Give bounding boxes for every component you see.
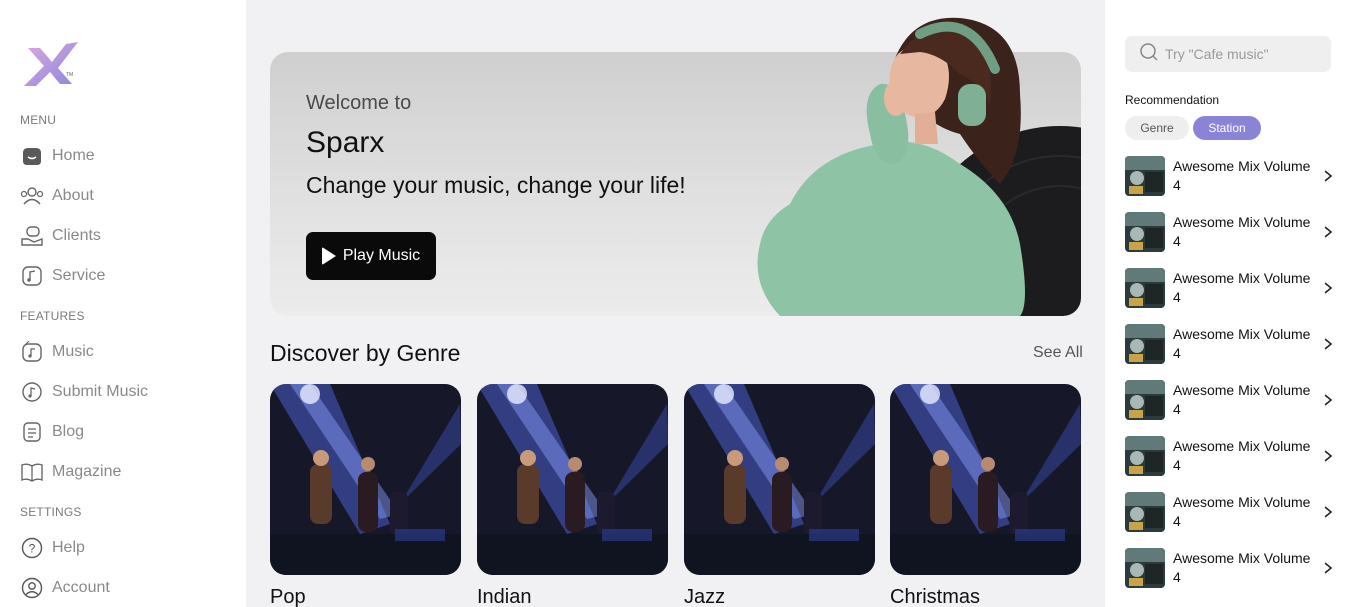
help-icon: ? bbox=[20, 536, 44, 560]
recommendation-item[interactable]: Awesome Mix Volume 4 bbox=[1125, 268, 1335, 308]
chevron-right-icon[interactable] bbox=[1321, 281, 1335, 295]
recommendation-title-text: Awesome Mix Volume 4 bbox=[1173, 438, 1311, 473]
sidebar-item-magazine[interactable]: Magazine bbox=[20, 458, 121, 486]
sidebar-item-label: Submit Music bbox=[52, 383, 149, 400]
recommendation-item[interactable]: Awesome Mix Volume 4 bbox=[1125, 548, 1335, 588]
sidebar-item-help[interactable]: ? Help bbox=[20, 534, 85, 562]
chevron-right-icon[interactable] bbox=[1321, 561, 1335, 575]
concert-image bbox=[270, 384, 461, 575]
recommendation-item[interactable]: Awesome Mix Volume 4 bbox=[1125, 492, 1335, 532]
recommendation-title-text: Awesome Mix Volume 4 bbox=[1173, 494, 1311, 529]
album-thumbnail bbox=[1125, 268, 1165, 308]
sidebar-item-blog[interactable]: Blog bbox=[20, 418, 84, 446]
sidebar-item-label: Help bbox=[52, 539, 85, 556]
right-panel: Recommendation Genre Station Awesome Mix… bbox=[1105, 0, 1351, 607]
upload-music-icon bbox=[20, 380, 44, 404]
sidebar: TM MENU Home About Clients Service FEATU… bbox=[0, 0, 246, 607]
sidebar-item-label: Blog bbox=[52, 423, 85, 440]
play-music-label: Play Music bbox=[342, 247, 421, 264]
sidebar-item-about[interactable]: About bbox=[20, 182, 94, 210]
album-thumbnail bbox=[1125, 492, 1165, 532]
sidebar-item-label: Clients bbox=[52, 227, 101, 244]
hero-tagline: Change your music, change your life! bbox=[306, 172, 686, 198]
concert-image bbox=[890, 384, 1081, 575]
recommendation-title-text: Awesome Mix Volume 4 bbox=[1173, 326, 1311, 361]
recommendation-item[interactable]: Awesome Mix Volume 4 bbox=[1125, 436, 1335, 476]
genre-card-indian[interactable] bbox=[477, 384, 668, 575]
users-icon bbox=[20, 184, 44, 208]
recommendation-item[interactable]: Awesome Mix Volume 4 bbox=[1125, 212, 1335, 252]
recommendation-item[interactable]: Awesome Mix Volume 4 bbox=[1125, 324, 1335, 364]
chip-genre[interactable]: Genre bbox=[1125, 116, 1189, 140]
search-input[interactable] bbox=[1165, 46, 1315, 62]
sidebar-item-submit-music[interactable]: Submit Music bbox=[20, 378, 148, 406]
concert-image bbox=[477, 384, 668, 575]
sidebar-item-label: Account bbox=[52, 579, 110, 596]
home-icon bbox=[20, 144, 44, 168]
album-thumbnail bbox=[1125, 324, 1165, 364]
sidebar-item-label: Home bbox=[52, 147, 95, 164]
genre-label-pop: Pop bbox=[270, 586, 306, 607]
genre-card-jazz[interactable] bbox=[684, 384, 875, 575]
genre-label-christmas: Christmas bbox=[890, 586, 981, 607]
recommendation-item[interactable]: Awesome Mix Volume 4 bbox=[1125, 380, 1335, 420]
menu-section-label: MENU bbox=[20, 113, 57, 127]
hero-title: Sparx bbox=[306, 126, 385, 159]
recommendation-title: Recommendation bbox=[1125, 93, 1220, 107]
recommendation-title-text: Awesome Mix Volume 4 bbox=[1173, 550, 1311, 585]
hero-illustration bbox=[720, 14, 1090, 316]
app-root: TM MENU Home About Clients Service FEATU… bbox=[0, 0, 1351, 607]
chevron-right-icon[interactable] bbox=[1321, 505, 1335, 519]
recommendation-title-text: Awesome Mix Volume 4 bbox=[1173, 158, 1311, 193]
book-icon bbox=[20, 460, 44, 484]
document-icon bbox=[20, 420, 44, 444]
chevron-right-icon[interactable] bbox=[1321, 225, 1335, 239]
chevron-right-icon[interactable] bbox=[1321, 393, 1335, 407]
album-thumbnail bbox=[1125, 436, 1165, 476]
handshake-icon bbox=[20, 224, 44, 248]
album-thumbnail bbox=[1125, 380, 1165, 420]
sidebar-item-music[interactable]: Music bbox=[20, 338, 94, 366]
sidebar-item-clients[interactable]: Clients bbox=[20, 222, 101, 250]
sidebar-item-service[interactable]: Service bbox=[20, 262, 105, 290]
chevron-right-icon[interactable] bbox=[1321, 169, 1335, 183]
play-icon bbox=[321, 247, 336, 265]
sidebar-item-label: Music bbox=[52, 343, 94, 360]
sidebar-item-label: Service bbox=[52, 267, 106, 284]
chip-station[interactable]: Station bbox=[1193, 116, 1261, 140]
svg-text:TM: TM bbox=[66, 72, 73, 78]
sparx-logo[interactable]: TM bbox=[22, 40, 82, 90]
features-section-label: FEATURES bbox=[20, 309, 85, 323]
see-all-link[interactable]: See All bbox=[1033, 344, 1083, 362]
sidebar-item-home[interactable]: Home bbox=[20, 142, 95, 170]
recommendation-item[interactable]: Awesome Mix Volume 4 bbox=[1125, 156, 1335, 196]
recommendation-title-text: Awesome Mix Volume 4 bbox=[1173, 382, 1311, 417]
album-thumbnail bbox=[1125, 212, 1165, 252]
album-thumbnail bbox=[1125, 548, 1165, 588]
search-icon bbox=[1139, 42, 1159, 67]
play-music-button[interactable]: Play Music bbox=[306, 232, 436, 280]
svg-text:?: ? bbox=[29, 542, 36, 556]
genre-card-pop[interactable] bbox=[270, 384, 461, 575]
recommendation-title-text: Awesome Mix Volume 4 bbox=[1173, 214, 1311, 249]
genre-label-jazz: Jazz bbox=[684, 586, 726, 607]
account-icon bbox=[20, 576, 44, 600]
discover-heading: Discover by Genre bbox=[270, 340, 461, 366]
genre-card-christmas[interactable] bbox=[890, 384, 1081, 575]
concert-image bbox=[684, 384, 875, 575]
sidebar-item-label: About bbox=[52, 187, 94, 204]
search-bar[interactable] bbox=[1125, 36, 1331, 72]
chevron-right-icon[interactable] bbox=[1321, 449, 1335, 463]
hero-welcome-text: Welcome to bbox=[306, 92, 412, 114]
chevron-right-icon[interactable] bbox=[1321, 337, 1335, 351]
sidebar-item-label: Magazine bbox=[52, 463, 122, 480]
album-thumbnail bbox=[1125, 156, 1165, 196]
recommendation-title-text: Awesome Mix Volume 4 bbox=[1173, 270, 1311, 305]
music-box-icon bbox=[20, 340, 44, 364]
genre-label-indian: Indian bbox=[477, 586, 532, 607]
music-note-icon bbox=[20, 264, 44, 288]
sidebar-item-account[interactable]: Account bbox=[20, 574, 110, 602]
settings-section-label: SETTINGS bbox=[20, 505, 82, 519]
